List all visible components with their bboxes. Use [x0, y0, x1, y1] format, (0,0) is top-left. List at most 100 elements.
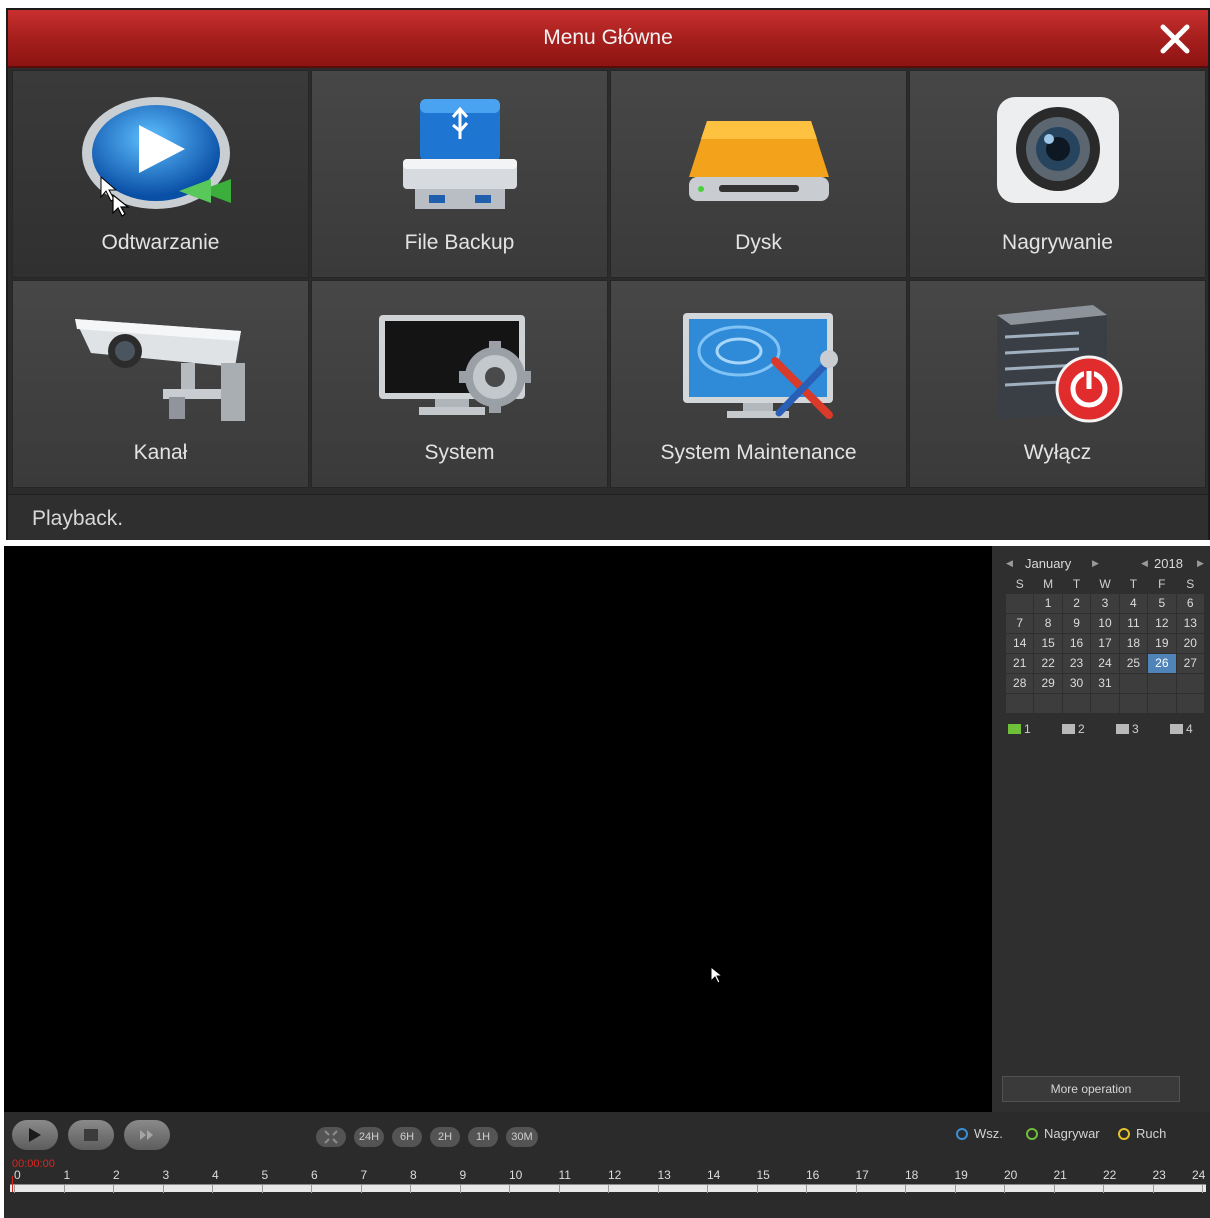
tile-shutdown[interactable]: Wyłącz [909, 280, 1206, 488]
calendar-day-cell[interactable]: 10 [1090, 612, 1120, 634]
calendar-day-cell[interactable]: 27 [1175, 652, 1206, 674]
weekday-label: F [1158, 577, 1166, 592]
video-view[interactable] [4, 546, 990, 1112]
calendar-day-cell[interactable]: 21 [1004, 652, 1035, 674]
hour-label: 15 [756, 1168, 770, 1182]
calendar-day-cell[interactable]: 29 [1033, 672, 1063, 694]
tile-label: Dysk [735, 231, 782, 254]
calendar-day-cell[interactable]: 30 [1061, 672, 1092, 694]
channel-checkbox-1[interactable]: 1 [1008, 722, 1031, 736]
stop-icon [84, 1129, 98, 1141]
calendar-week-row: 123456 [1004, 592, 1206, 614]
calendar-day-cell[interactable]: 19 [1147, 632, 1177, 654]
hour-tick-mark [806, 1185, 807, 1193]
calendar-day-cell[interactable]: 17 [1090, 632, 1120, 654]
calendar-day-cell[interactable]: 20 [1175, 632, 1206, 654]
hour-label: 0 [14, 1168, 21, 1182]
close-button[interactable] [1156, 20, 1194, 58]
calendar-day-cell[interactable]: 5 [1147, 592, 1177, 614]
zoom-6h-button[interactable]: 6H [392, 1127, 422, 1147]
checkbox-icon [1008, 724, 1021, 734]
prev-year-arrow-icon[interactable]: ◀ [1141, 558, 1148, 569]
hour-tick-mark [14, 1185, 15, 1193]
calendar-day-cell[interactable]: 24 [1090, 652, 1120, 674]
calendar-day-cell[interactable]: 1 [1033, 592, 1063, 614]
play-button[interactable] [12, 1120, 58, 1150]
calendar-day-cell[interactable]: 28 [1004, 672, 1035, 694]
tile-playback[interactable]: Odtwarzanie [12, 70, 309, 278]
zoom-2h-button[interactable]: 2H [430, 1127, 460, 1147]
hour-label: 8 [410, 1168, 417, 1182]
zoom-30m-button[interactable]: 30M [506, 1127, 538, 1147]
calendar-day-cell[interactable]: 31 [1090, 672, 1120, 694]
calendar-month: January [1025, 556, 1072, 571]
hour-tick-mark [905, 1185, 906, 1193]
recording-dot-icon [1026, 1128, 1038, 1140]
hour-label: 24 [1192, 1168, 1206, 1182]
tile-label: Odtwarzanie [101, 231, 220, 254]
calendar-day-cell[interactable]: 11 [1118, 612, 1149, 634]
stop-button[interactable] [68, 1120, 114, 1150]
hour-label: 14 [707, 1168, 721, 1182]
fast-forward-icon [140, 1130, 153, 1140]
calendar-day-cell[interactable]: 13 [1175, 612, 1206, 634]
calendar-day-cell[interactable]: 22 [1033, 652, 1063, 674]
zoom-fit-button[interactable] [316, 1127, 346, 1147]
mouse-pointer-icon [112, 194, 130, 217]
calendar-day-cell [1147, 672, 1177, 694]
calendar-day-cell[interactable]: 2 [1061, 592, 1092, 614]
hour-tick-mark [113, 1185, 114, 1193]
calendar-day-cell[interactable]: 23 [1061, 652, 1092, 674]
checkbox-icon [1116, 724, 1129, 734]
zoom-24h-button[interactable]: 24H [354, 1127, 384, 1147]
hour-tick-mark [162, 1185, 164, 1193]
tile-disk[interactable]: Dysk [610, 70, 907, 278]
timeline-bar[interactable] [10, 1184, 1206, 1193]
hour-label: 22 [1103, 1168, 1117, 1182]
channel-checkbox-3[interactable]: 3 [1116, 722, 1139, 736]
calendar-day-cell[interactable]: 8 [1033, 612, 1063, 634]
hour-label: 4 [212, 1168, 219, 1182]
search-side-panel: ◀ January ▶ ◀ 2018 ▶ S M T W T F S 12345… [992, 546, 1210, 1112]
calendar-day-cell[interactable]: 25 [1118, 652, 1149, 674]
calendar-day-cell[interactable]: 14 [1004, 632, 1035, 654]
calendar-day-cell[interactable]: 26 [1147, 652, 1177, 674]
calendar-day-cell[interactable]: 18 [1118, 632, 1149, 654]
hour-label: 2 [113, 1168, 120, 1182]
timeline-cursor[interactable] [12, 1176, 13, 1192]
hour-tick-mark [311, 1185, 312, 1193]
tile-system[interactable]: System [311, 280, 608, 488]
tile-recording[interactable]: Nagrywanie [909, 70, 1206, 278]
calendar-day-cell[interactable]: 15 [1033, 632, 1063, 654]
calendar-day-cell[interactable]: 4 [1118, 592, 1149, 614]
calendar-day-cell [1033, 692, 1063, 714]
calendar-day-cell [1090, 692, 1120, 714]
calendar-day-cell[interactable]: 12 [1147, 612, 1177, 634]
channel-checkbox-2[interactable]: 2 [1062, 722, 1085, 736]
more-operation-button[interactable]: More operation [1002, 1076, 1180, 1102]
calendar-day-cell[interactable]: 3 [1090, 592, 1120, 614]
channel-checkbox-4[interactable]: 4 [1170, 722, 1193, 736]
calendar-day-cell[interactable]: 16 [1061, 632, 1092, 654]
calendar-day-cell [1118, 672, 1149, 694]
next-month-arrow-icon[interactable]: ▶ [1092, 558, 1099, 569]
hour-tick-mark [509, 1185, 510, 1193]
tile-system-maintenance[interactable]: System Maintenance [610, 280, 907, 488]
tile-channel[interactable]: Kanał [12, 280, 309, 488]
hour-label: 5 [261, 1168, 269, 1182]
tile-file-backup[interactable]: File Backup [311, 70, 608, 278]
next-year-arrow-icon[interactable]: ▶ [1197, 558, 1204, 569]
hour-label: 18 [905, 1168, 919, 1182]
calendar-week-row: 7 8 9 10 11 12 13 [1004, 612, 1206, 634]
zoom-1h-button[interactable]: 1H [468, 1127, 498, 1147]
fast-forward-button[interactable] [124, 1120, 170, 1150]
weekday-label: S [1186, 577, 1195, 592]
channel-label: 4 [1186, 722, 1193, 736]
calendar-day-cell [1004, 692, 1035, 714]
calendar-day-cell[interactable]: 7 [1004, 612, 1035, 634]
status-text: Playback. [32, 507, 124, 530]
calendar-day-cell[interactable]: 9 [1061, 612, 1092, 634]
prev-month-arrow-icon[interactable]: ◀ [1006, 558, 1013, 569]
calendar-day-cell[interactable]: 6 [1175, 592, 1206, 614]
calendar-week-row: 28 29 30 31 [1004, 672, 1206, 694]
